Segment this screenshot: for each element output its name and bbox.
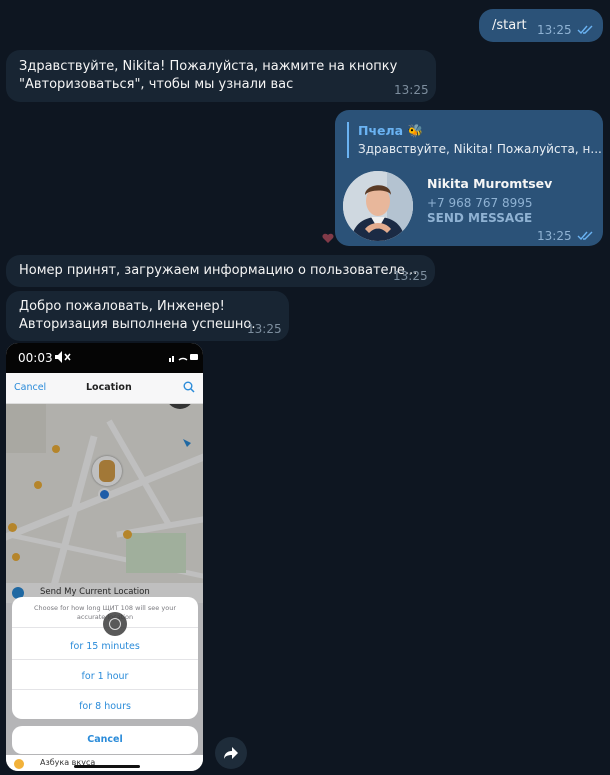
read-checkmarks-icon (577, 231, 593, 241)
phone-status-bar: 00:03 (6, 343, 203, 373)
message-text-line1: Здравствуйте, Nikita! Пожалуйста, нажмит… (19, 59, 398, 74)
reply-text: Здравствуйте, Nikita! Пожалуйста, н... (358, 142, 602, 156)
contact-name: Nikita Muromtsev (427, 176, 553, 191)
muted-speaker-icon[interactable] (54, 350, 71, 364)
message-text-line2: Авторизация выполнена успешно. (19, 317, 256, 332)
message-text: /start (492, 18, 527, 33)
message-text-line1: Добро пожаловать, Инженер! (19, 299, 225, 314)
message-time: 13:25 (537, 23, 572, 37)
contact-avatar[interactable] (343, 171, 413, 241)
option-8-hours[interactable]: for 8 hours (12, 701, 198, 712)
bee-icon: 🐝 (407, 123, 424, 138)
location-header: Cancel Location (6, 373, 203, 404)
message-welcome[interactable]: Добро пожаловать, Инженер! Авторизация в… (6, 291, 289, 341)
read-checkmarks-icon (577, 25, 593, 35)
message-text: Номер принят, загружаем информацию о пол… (19, 263, 418, 278)
forward-arrow-icon (224, 747, 238, 759)
location-title: Location (86, 382, 132, 393)
video-duration: 00:03 (18, 351, 53, 365)
message-number-accepted[interactable]: Номер принят, загружаем информацию о пол… (6, 255, 435, 287)
option-15-minutes[interactable]: for 15 minutes (12, 641, 198, 652)
tap-indicator (103, 612, 127, 636)
message-greeting[interactable]: Здравствуйте, Nikita! Пожалуйста, нажмит… (6, 50, 436, 102)
message-time: 13:25 (394, 83, 429, 97)
message-time: 13:25 (247, 322, 282, 336)
status-icons (169, 354, 198, 362)
send-message-button[interactable]: SEND MESSAGE (427, 211, 532, 225)
bottom-list-item[interactable]: Азбука вкуса (6, 755, 203, 771)
location-cancel-link[interactable]: Cancel (14, 382, 46, 393)
message-contact[interactable]: Пчела 🐝 Здравствуйте, Nikita! Пожалуйста… (335, 110, 603, 246)
cancel-sheet-button[interactable]: Cancel (12, 726, 198, 754)
message-time: 13:25 (393, 269, 428, 283)
person-photo (343, 171, 413, 241)
search-icon[interactable] (183, 381, 195, 393)
cancel-label: Cancel (87, 734, 123, 745)
video-message[interactable]: 00:03 Cancel Location Send My Current Lo… (6, 343, 203, 771)
home-indicator (74, 765, 140, 768)
reply-bar[interactable]: Пчела 🐝 Здравствуйте, Nikita! Пожалуйста… (347, 122, 602, 158)
message-start[interactable]: /start 13:25 (479, 9, 603, 42)
forward-button[interactable] (215, 737, 247, 769)
contact-phone: +7 968 767 8995 (427, 196, 533, 210)
message-time: 13:25 (537, 229, 572, 243)
reply-author: Пчела 🐝 (358, 123, 424, 138)
heart-reaction-icon[interactable] (322, 233, 334, 244)
message-text-line2: "Авторизоваться", чтобы мы узнали вас (19, 77, 294, 92)
option-1-hour[interactable]: for 1 hour (12, 671, 198, 682)
